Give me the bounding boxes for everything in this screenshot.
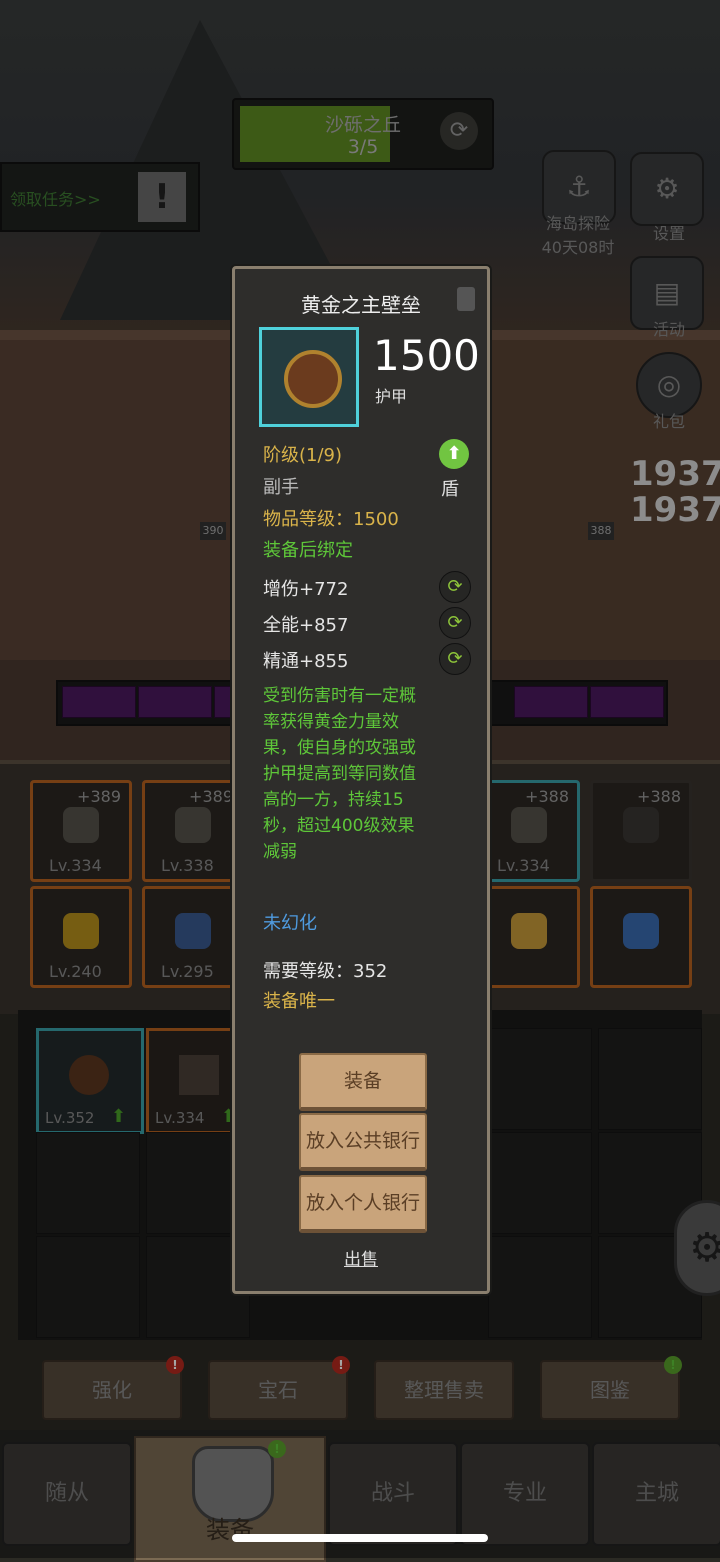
item-tier: 阶级(1/9) <box>263 445 343 466</box>
unique-equip: 装备唯一 <box>263 991 335 1012</box>
effect-description: 受到伤害时有一定概率获得黄金力量效果，使自身的攻强或护甲提高到等同数值高的一方，… <box>263 686 416 862</box>
sell-link[interactable]: 出售 <box>235 1245 487 1270</box>
upgrade-arrow-icon[interactable]: ⬆ <box>439 439 469 469</box>
item-type: 盾 <box>441 479 459 500</box>
reroll-icon[interactable]: ⟳ <box>439 571 471 603</box>
item-level: 物品等级：1500 <box>263 509 399 530</box>
item-name: 黄金之主壁垒 <box>301 293 421 317</box>
binding-text: 装备后绑定 <box>263 540 353 561</box>
armor-label: 护甲 <box>375 387 408 406</box>
home-indicator[interactable] <box>232 1534 488 1542</box>
item-icon-frame <box>259 327 359 427</box>
shield-icon <box>284 350 342 408</box>
item-tooltip: 黄金之主壁垒 1500 护甲 阶级(1/9) ⬆ 副手 盾 物品等级：1500 … <box>232 266 490 1294</box>
stat-line: 精通+855 <box>263 651 349 672</box>
stat-line: 全能+857 <box>263 615 349 636</box>
required-level: 需要等级：352 <box>263 961 388 982</box>
stat-line: 增伤+772 <box>263 579 349 600</box>
armor-value: 1500 <box>373 331 480 380</box>
item-slot: 副手 <box>263 477 299 498</box>
equip-button[interactable]: 装备 <box>299 1053 427 1111</box>
reroll-icon[interactable]: ⟳ <box>439 607 471 639</box>
reroll-icon[interactable]: ⟳ <box>439 643 471 675</box>
transmog-status: 未幻化 <box>263 913 317 934</box>
public-bank-button[interactable]: 放入公共银行 <box>299 1113 427 1171</box>
lock-icon[interactable] <box>457 287 475 311</box>
personal-bank-button[interactable]: 放入个人银行 <box>299 1175 427 1233</box>
